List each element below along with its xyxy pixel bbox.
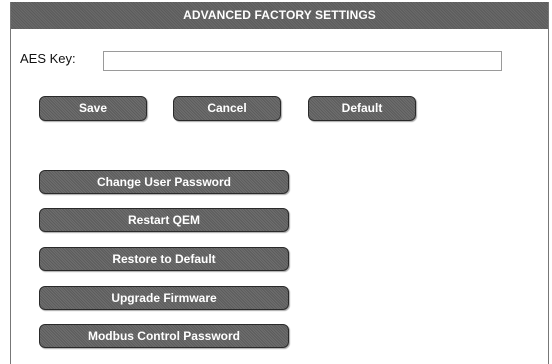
change-user-password-button[interactable]: Change User Password xyxy=(39,170,289,194)
restore-to-default-button[interactable]: Restore to Default xyxy=(39,247,289,271)
aes-key-input[interactable] xyxy=(103,51,502,71)
default-button[interactable]: Default xyxy=(308,96,416,121)
advanced-factory-settings-panel: ADVANCED FACTORY SETTINGS AES Key: Save … xyxy=(10,2,549,364)
save-button[interactable]: Save xyxy=(39,96,147,121)
restart-qem-button[interactable]: Restart QEM xyxy=(39,208,289,232)
panel-title: ADVANCED FACTORY SETTINGS xyxy=(11,2,548,29)
aes-key-label: AES Key: xyxy=(20,51,76,66)
upgrade-firmware-button[interactable]: Upgrade Firmware xyxy=(39,286,289,310)
modbus-control-password-button[interactable]: Modbus Control Password xyxy=(39,324,289,348)
cancel-button[interactable]: Cancel xyxy=(173,96,281,121)
